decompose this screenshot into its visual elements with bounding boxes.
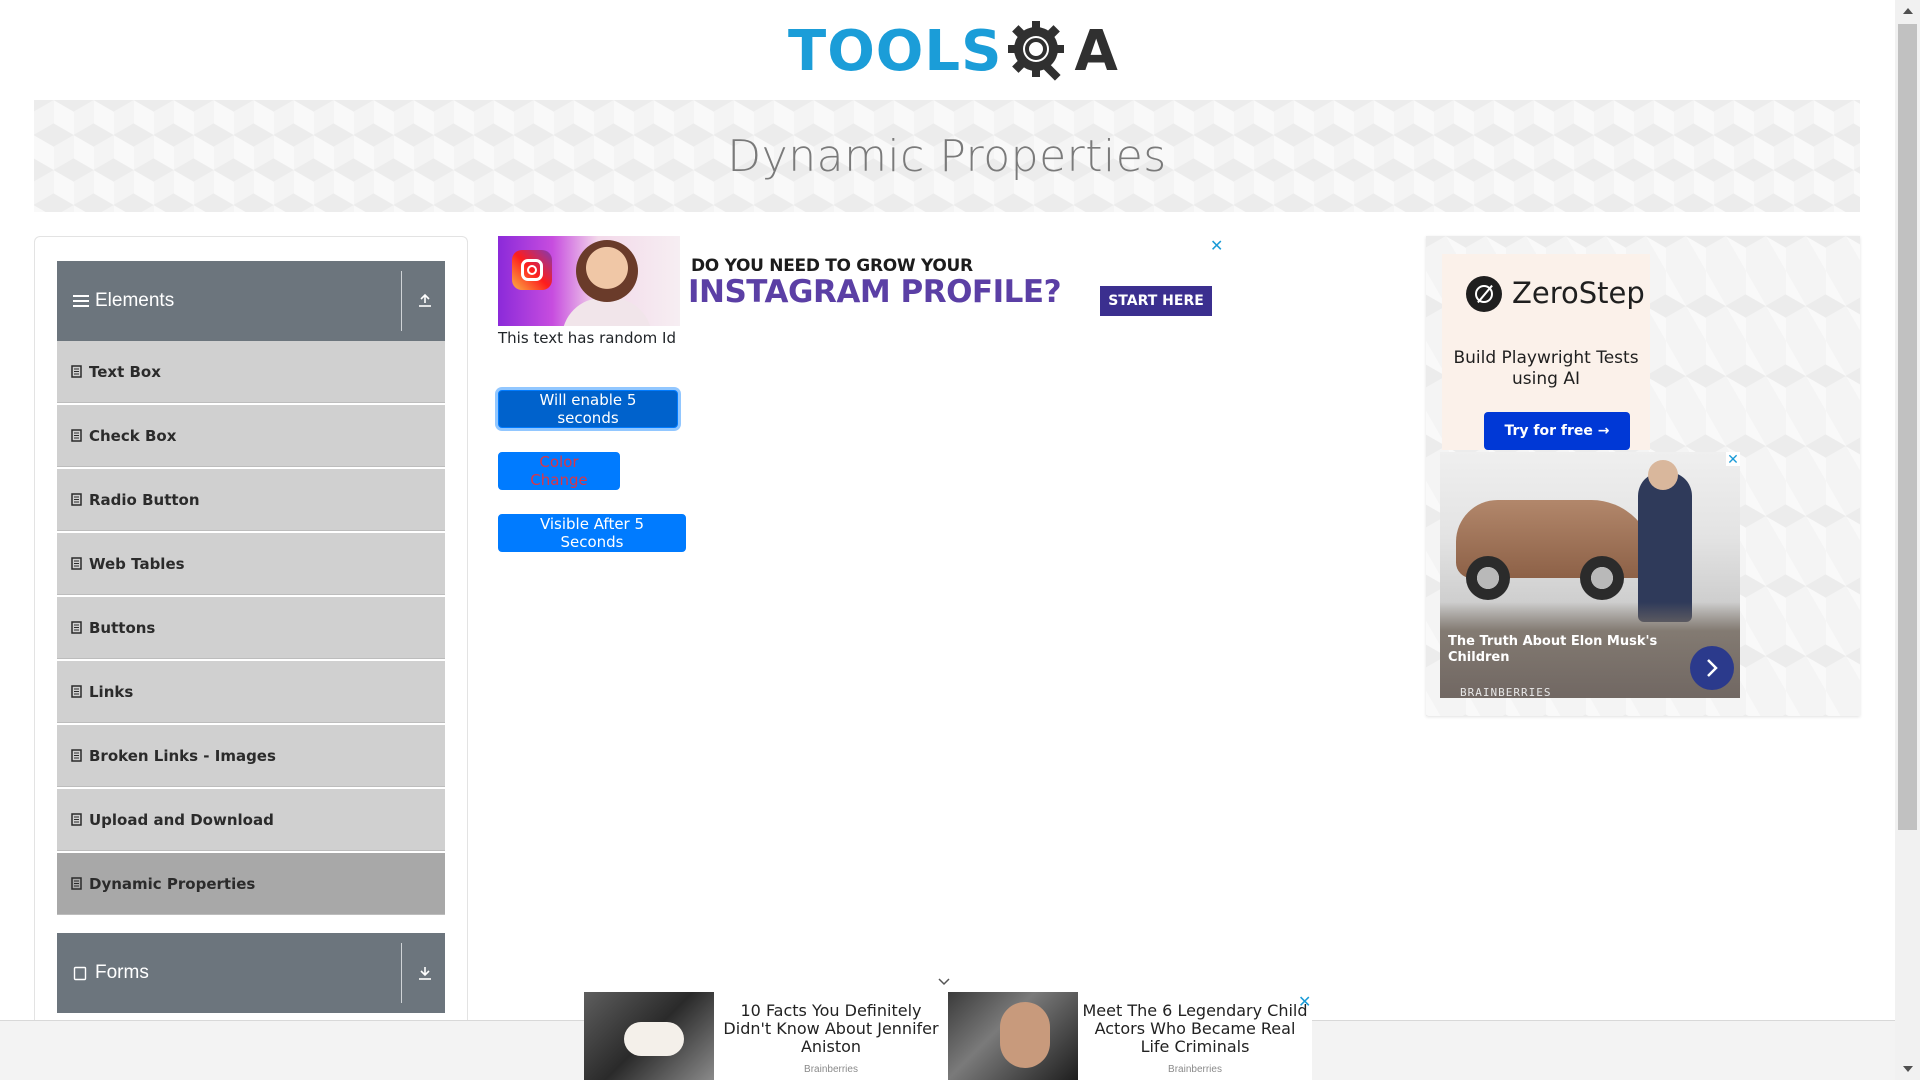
sidebar-item-label: Radio Button xyxy=(89,490,200,509)
site-header: TOOLS A xyxy=(0,0,1895,100)
file-icon xyxy=(71,365,82,378)
forms-icon xyxy=(73,966,87,980)
bottom-ad-tile-2[interactable]: Meet The 6 Legendary Child Actors Who Be… xyxy=(948,992,1310,1080)
story-caption: The Truth About Elon Musk's Children xyxy=(1448,634,1658,665)
zerostep-brand: ZeroStep xyxy=(1512,276,1645,310)
close-icon[interactable]: ✕ xyxy=(1298,992,1311,1012)
bottom-ad: 10 Facts You Definitely Didn't Know Abou… xyxy=(584,992,1312,1080)
chevron-right-icon[interactable] xyxy=(1690,646,1734,690)
instagram-icon xyxy=(512,250,552,290)
brainberries-story-ad[interactable]: The Truth About Elon Musk's Children BRA… xyxy=(1440,452,1740,698)
sidebar: Elements Text Box Check Box Radio Button… xyxy=(34,236,468,1036)
story-person-head xyxy=(1648,460,1678,490)
toolsqa-logo[interactable]: TOOLS A xyxy=(788,14,1118,90)
ad-headline-big: INSTAGRAM PROFILE? xyxy=(688,274,1062,310)
scroll-down-icon[interactable] xyxy=(1895,1058,1920,1080)
sidebar-item-dynamic-properties[interactable]: Dynamic Properties xyxy=(57,853,445,915)
tile-figure xyxy=(1000,1002,1050,1068)
divider xyxy=(401,271,402,331)
random-id-text: This text has random Id xyxy=(498,329,676,347)
sidebar-item-broken-links-images[interactable]: Broken Links - Images xyxy=(57,725,445,787)
instagram-ad-banner[interactable]: DO YOU NEED TO GROW YOUR INSTAGRAM PROFI… xyxy=(498,236,1226,326)
vertical-scrollbar[interactable] xyxy=(1895,0,1920,1080)
tile-source: Brainberries xyxy=(804,1064,858,1075)
chevron-down-icon[interactable] xyxy=(936,976,952,988)
file-icon xyxy=(71,813,82,826)
sidebar-item-text-box[interactable]: Text Box xyxy=(57,341,445,403)
file-icon xyxy=(71,621,82,634)
ad-person-body xyxy=(562,298,652,326)
right-ad-panel: ZeroStep Build Playwright Tests using AI… xyxy=(1426,236,1860,716)
ad-start-here-button[interactable]: START HERE xyxy=(1100,286,1212,316)
tile-figure xyxy=(624,1022,684,1056)
sidebar-item-radio-button[interactable]: Radio Button xyxy=(57,469,445,531)
tile-image xyxy=(948,992,1078,1080)
zerostep-logo-icon xyxy=(1466,276,1502,312)
tile-source: Brainberries xyxy=(1168,1064,1222,1075)
enable-after-button[interactable]: Will enable 5 seconds xyxy=(498,390,678,428)
bottom-ad-tile-1[interactable]: 10 Facts You Definitely Didn't Know Abou… xyxy=(584,992,946,1080)
sidebar-item-buttons[interactable]: Buttons xyxy=(57,597,445,659)
ad-image xyxy=(498,236,680,326)
expand-down-icon[interactable] xyxy=(415,963,435,983)
sidebar-item-label: Broken Links - Images xyxy=(89,746,276,765)
close-icon[interactable]: ✕ xyxy=(1210,236,1223,256)
sidebar-item-label: Text Box xyxy=(89,362,161,381)
story-wheel-shape xyxy=(1580,556,1624,600)
story-person-shape xyxy=(1638,472,1692,622)
ad-headline-small: DO YOU NEED TO GROW YOUR xyxy=(691,256,973,276)
sidebar-item-check-box[interactable]: Check Box xyxy=(57,405,445,467)
sidebar-menu: Text Box Check Box Radio Button Web Tabl… xyxy=(57,341,445,917)
sidebar-group-elements[interactable]: Elements xyxy=(57,261,445,341)
gear-magnifier-icon xyxy=(1008,21,1065,81)
page-banner: Dynamic Properties xyxy=(34,100,1860,212)
visible-after-button[interactable]: Visible After 5 Seconds xyxy=(498,514,686,552)
sidebar-group-title: Forms xyxy=(95,962,149,983)
file-icon xyxy=(71,685,82,698)
file-icon xyxy=(71,557,82,570)
file-icon xyxy=(71,429,82,442)
sidebar-item-label: Dynamic Properties xyxy=(89,874,256,893)
color-change-button[interactable]: Color Change xyxy=(498,452,620,490)
logo-a-text: A xyxy=(1074,19,1118,84)
story-wheel-shape xyxy=(1466,556,1510,600)
file-icon xyxy=(71,749,82,762)
logo-tools-text: TOOLS xyxy=(788,19,1003,84)
scroll-up-icon[interactable] xyxy=(1895,0,1920,22)
sidebar-item-label: Links xyxy=(89,682,134,701)
sidebar-item-label: Web Tables xyxy=(89,554,185,573)
scrollbar-thumb[interactable] xyxy=(1898,24,1917,830)
sidebar-item-upload-and-download[interactable]: Upload and Download xyxy=(57,789,445,851)
sidebar-item-label: Upload and Download xyxy=(89,810,274,829)
sidebar-item-web-tables[interactable]: Web Tables xyxy=(57,533,445,595)
zerostep-ad[interactable]: ZeroStep Build Playwright Tests using AI… xyxy=(1442,254,1650,450)
sidebar-item-links[interactable]: Links xyxy=(57,661,445,723)
zerostep-tagline: Build Playwright Tests using AI xyxy=(1453,348,1639,389)
collapse-up-icon[interactable] xyxy=(415,291,435,311)
ad-person-face xyxy=(576,240,638,302)
file-icon xyxy=(71,493,82,506)
try-for-free-button[interactable]: Try for free → xyxy=(1484,412,1630,450)
tile-title: 10 Facts You Definitely Didn't Know Abou… xyxy=(723,1001,939,1056)
sidebar-item-label: Check Box xyxy=(89,426,177,445)
file-icon xyxy=(71,877,82,890)
story-source: BRAINBERRIES xyxy=(1460,686,1552,698)
sidebar-group-title: Elements xyxy=(95,290,175,311)
tile-image xyxy=(584,992,714,1080)
tile-title: Meet The 6 Legendary Child Actors Who Be… xyxy=(1082,1001,1308,1056)
sidebar-group-forms[interactable]: Forms xyxy=(57,933,445,1013)
page-title: Dynamic Properties xyxy=(727,130,1167,182)
divider xyxy=(401,943,402,1003)
close-icon[interactable]: ✕ xyxy=(1726,452,1740,466)
hamburger-icon xyxy=(73,295,89,307)
sidebar-item-label: Buttons xyxy=(89,618,156,637)
